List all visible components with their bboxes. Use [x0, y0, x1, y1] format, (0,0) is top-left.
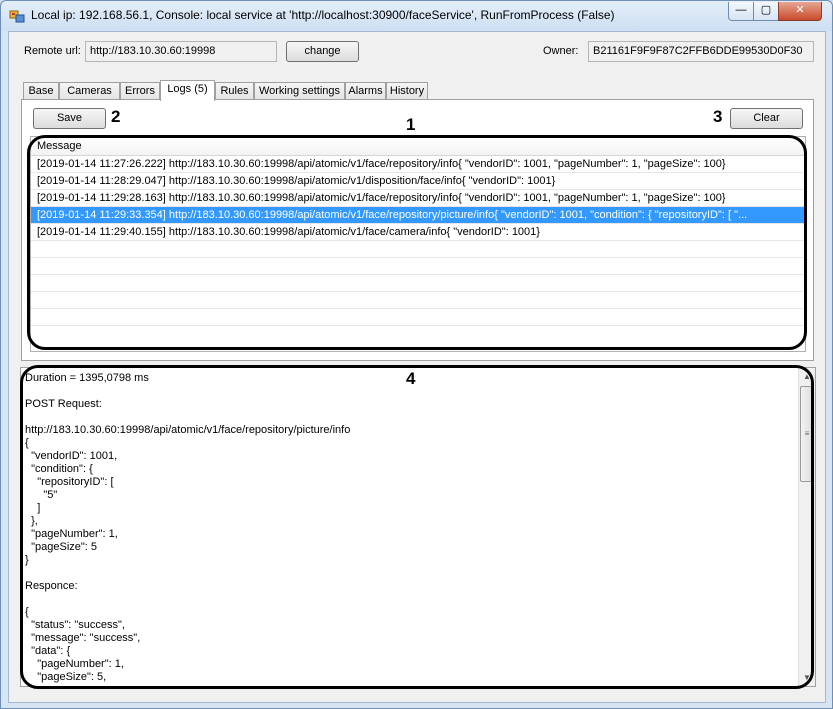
logs-tab-panel: Save Clear Message [2019-01-14 11:27:26.… [21, 99, 814, 361]
close-button[interactable]: ✕ [778, 2, 822, 21]
empty-row [31, 292, 805, 309]
clear-button[interactable]: Clear [730, 108, 803, 129]
log-grid[interactable]: Message [2019-01-14 11:27:26.222] http:/… [30, 136, 806, 352]
remote-url-label: Remote url: [24, 45, 81, 57]
window-title: Local ip: 192.168.56.1, Console: local s… [31, 8, 615, 22]
log-row[interactable]: [2019-01-14 11:29:28.163] http://183.10.… [31, 190, 805, 207]
tab-working-settings[interactable]: Working settings [254, 82, 345, 100]
log-row[interactable]: [2019-01-14 11:29:40.155] http://183.10.… [31, 224, 805, 241]
scroll-down-icon[interactable]: ▼ [799, 669, 815, 686]
log-row[interactable]: [2019-01-14 11:27:26.222] http://183.10.… [31, 156, 805, 173]
log-row[interactable]: [2019-01-14 11:28:29.047] http://183.10.… [31, 173, 805, 190]
owner-field[interactable]: B21161F9F9F87C2FFB6DDE99530D0F30 [588, 41, 814, 62]
tab-alarms[interactable]: Alarms [345, 82, 386, 100]
scroll-up-icon[interactable]: ▲ [799, 368, 815, 385]
save-button[interactable]: Save [33, 108, 106, 129]
minimize-button[interactable]: — [728, 2, 754, 21]
callout-number-3: 3 [713, 107, 723, 126]
callout-number-1: 1 [406, 115, 416, 134]
owner-label: Owner: [543, 45, 579, 57]
details-text[interactable]: Duration = 1395,0798 ms POST Request: ht… [25, 372, 795, 684]
maximize-button[interactable]: ▢ [753, 2, 779, 21]
tab-base[interactable]: Base [23, 82, 59, 100]
change-button[interactable]: change [286, 41, 359, 62]
app-icon [9, 10, 25, 23]
tab-logs[interactable]: Logs (5) [160, 80, 215, 101]
message-column-header[interactable]: Message [31, 137, 805, 156]
details-panel[interactable]: Duration = 1395,0798 ms POST Request: ht… [20, 367, 816, 687]
tab-rules[interactable]: Rules [215, 82, 254, 100]
tab-cameras[interactable]: Cameras [59, 82, 120, 100]
remote-url-field[interactable]: http://183.10.30.60:19998 [85, 41, 277, 62]
tab-history[interactable]: History [386, 82, 428, 100]
app-window: Local ip: 192.168.56.1, Console: local s… [0, 0, 833, 709]
callout-number-2: 2 [111, 107, 121, 126]
log-row-selected[interactable]: [2019-01-14 11:29:33.354] http://183.10.… [31, 207, 805, 224]
tab-errors[interactable]: Errors [120, 82, 160, 100]
details-scrollbar[interactable]: ▲ ≡ ▼ [798, 368, 815, 686]
empty-row [31, 241, 805, 258]
empty-row [31, 309, 805, 326]
title-bar[interactable]: Local ip: 192.168.56.1, Console: local s… [1, 1, 832, 31]
empty-row [31, 275, 805, 292]
callout-number-4: 4 [406, 369, 416, 388]
empty-row [31, 258, 805, 275]
scroll-thumb[interactable]: ≡ [800, 386, 814, 482]
client-area: Remote url: http://183.10.30.60:19998 ch… [8, 31, 826, 703]
